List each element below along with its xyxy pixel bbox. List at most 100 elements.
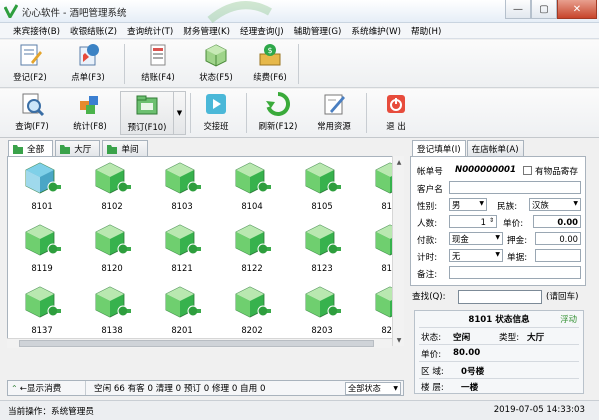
room-cube-icon [25, 286, 61, 318]
scrollbar-thumb[interactable] [19, 340, 374, 347]
reserve-button[interactable]: 预订(F10) [120, 91, 174, 135]
room-number: 8123 [311, 263, 333, 273]
zone-value: 0号楼 [461, 367, 485, 377]
area-tabs: 全部 大厅 单间 [8, 140, 150, 157]
unit-price-label: 单价: [503, 219, 524, 229]
room-tile[interactable]: 8120 [82, 221, 142, 281]
resources-button[interactable]: 常用资源 [312, 91, 356, 135]
room-tile[interactable]: 8119 [12, 221, 72, 281]
room-number: 8201 [171, 325, 193, 335]
room-tile[interactable]: 8122 [222, 221, 282, 281]
reserve-icon [136, 95, 158, 115]
room-number: 8122 [241, 263, 263, 273]
close-button[interactable]: ✕ [557, 0, 597, 19]
checkout-button[interactable]: 结账(F4) [136, 42, 180, 86]
float-link[interactable]: 浮动 [560, 313, 577, 325]
room-cube-icon [95, 286, 131, 318]
status-bar: 当前操作：系统管理员 2019-07-05 14:33:03 [0, 400, 599, 420]
voucher-field[interactable] [535, 249, 581, 262]
exit-button[interactable]: 退 出 [374, 91, 418, 135]
room-price-value: 80.00 [453, 348, 481, 358]
maximize-button[interactable]: ▢ [531, 0, 557, 19]
query-button[interactable]: 查询(F7) [10, 91, 54, 135]
guest-name-input[interactable] [449, 181, 581, 194]
room-number: 8203 [311, 325, 333, 335]
room-tile[interactable]: 8137 [12, 283, 72, 343]
menu-manager-query[interactable]: 经理查询(J) [235, 25, 289, 37]
minimize-button[interactable]: — [505, 0, 531, 19]
room-grid-horizontal-scrollbar[interactable] [7, 338, 392, 348]
menu-reception[interactable]: 来宾接待(B) [8, 25, 65, 37]
search-input[interactable] [458, 290, 542, 304]
statistics-button[interactable]: 统计(F8) [68, 91, 112, 135]
shift-handover-icon [206, 94, 226, 114]
tab-hall[interactable]: 大厅 [55, 140, 101, 156]
timing-label: 计时: [417, 253, 438, 263]
people-count-stepper[interactable]: 1 ⇕ [449, 215, 497, 228]
menu-help[interactable]: 帮助(H) [406, 25, 446, 37]
folder-green-icon [107, 144, 118, 154]
show-consumption-toggle[interactable]: ⌃ ←显示消费 [8, 381, 86, 395]
room-tile[interactable]: 8104 [222, 159, 282, 219]
room-tile[interactable]: 8203 [292, 283, 352, 343]
statistics-icon [80, 96, 98, 114]
status-filter-select[interactable]: 全部状态 ▼ [345, 381, 401, 395]
zone-label: 区 域: [421, 367, 444, 377]
shift-handover-button[interactable]: 交接班 [196, 91, 236, 135]
type-value: 大厅 [527, 333, 545, 343]
tab-private-room[interactable]: 单间 [102, 140, 148, 156]
tab-all[interactable]: 全部 [8, 140, 54, 157]
ethnic-select[interactable]: 汉族 ▼ [529, 198, 581, 211]
room-tile[interactable]: 8101 [12, 159, 72, 219]
menu-finance[interactable]: 财务管理(K) [178, 25, 235, 37]
remark-field[interactable] [449, 266, 581, 279]
room-tile[interactable]: 8138 [82, 283, 142, 343]
double-chevron-up-icon: ⌃ [11, 383, 18, 393]
tab-registration-form[interactable]: 登记填单(I) [412, 140, 466, 157]
stepper-arrows-icon[interactable]: ⇕ [489, 217, 494, 224]
room-tile[interactable]: 8105 [292, 159, 352, 219]
room-tile[interactable]: 8123 [292, 221, 352, 281]
unit-price-field[interactable]: 0.00 [533, 215, 581, 228]
gender-select[interactable]: 男 ▼ [449, 198, 487, 211]
deposit-field[interactable]: 0.00 [535, 232, 581, 245]
menu-bar: 来宾接待(B) 收银结账(Z) 查询统计(T) 财务管理(K) 经理查询(J) … [0, 23, 599, 39]
deposit-label: 押金: [507, 236, 528, 246]
menu-cashier[interactable]: 收银结账(Z) [65, 25, 122, 37]
menu-auxiliary[interactable]: 辅助管理(G) [289, 25, 347, 37]
room-tile[interactable]: 8121 [152, 221, 212, 281]
chevron-down-icon: ▼ [495, 234, 500, 241]
room-number: 8101 [31, 201, 53, 211]
room-tile[interactable]: 8201 [152, 283, 212, 343]
menu-system[interactable]: 系统维护(W) [346, 25, 406, 37]
payment-select[interactable]: 现金 ▼ [449, 232, 503, 245]
timing-select[interactable]: 无 ▼ [449, 249, 503, 262]
search-hint: (请回车) [546, 292, 579, 302]
room-status-info: 8101 状态信息 浮动 状态: 空闲 类型: 大厅 单价: 80.00 区 域… [414, 310, 584, 394]
scroll-up-arrow-icon[interactable]: ▲ [393, 156, 405, 168]
luggage-label: 有物品寄存 [535, 167, 578, 177]
status-icon [205, 44, 227, 67]
reserve-dropdown-arrow[interactable]: ▼ [174, 91, 186, 135]
tab-in-house-bills[interactable]: 在店帐单(A) [466, 140, 524, 156]
refresh-button[interactable]: 刷新(F12) [256, 91, 300, 135]
room-cube-icon [305, 286, 341, 318]
state-value: 空闲 [453, 333, 471, 343]
register-button[interactable]: 登记(F2) [8, 42, 52, 86]
luggage-checkbox[interactable] [523, 166, 532, 175]
menu-query-stats[interactable]: 查询统计(T) [122, 25, 178, 37]
room-number: 8121 [171, 263, 193, 273]
payment-label: 付款: [417, 236, 438, 246]
status-button[interactable]: 状态(F5) [194, 42, 238, 86]
renew-button[interactable]: $ 续费(F6) [248, 42, 292, 86]
room-grid: 8101810281038104810581068119812081218122… [7, 156, 404, 346]
room-tile[interactable]: 8103 [152, 159, 212, 219]
room-tile[interactable]: 8202 [222, 283, 282, 343]
room-tile[interactable]: 8102 [82, 159, 142, 219]
watermark-icon [207, 1, 272, 23]
room-cube-icon [235, 286, 271, 318]
scroll-down-arrow-icon[interactable]: ▼ [393, 334, 405, 346]
chevron-down-icon: ▼ [479, 200, 484, 207]
order-button[interactable]: 点单(F3) [66, 42, 110, 86]
room-grid-vertical-scrollbar[interactable]: ▲ ▼ [392, 156, 404, 346]
